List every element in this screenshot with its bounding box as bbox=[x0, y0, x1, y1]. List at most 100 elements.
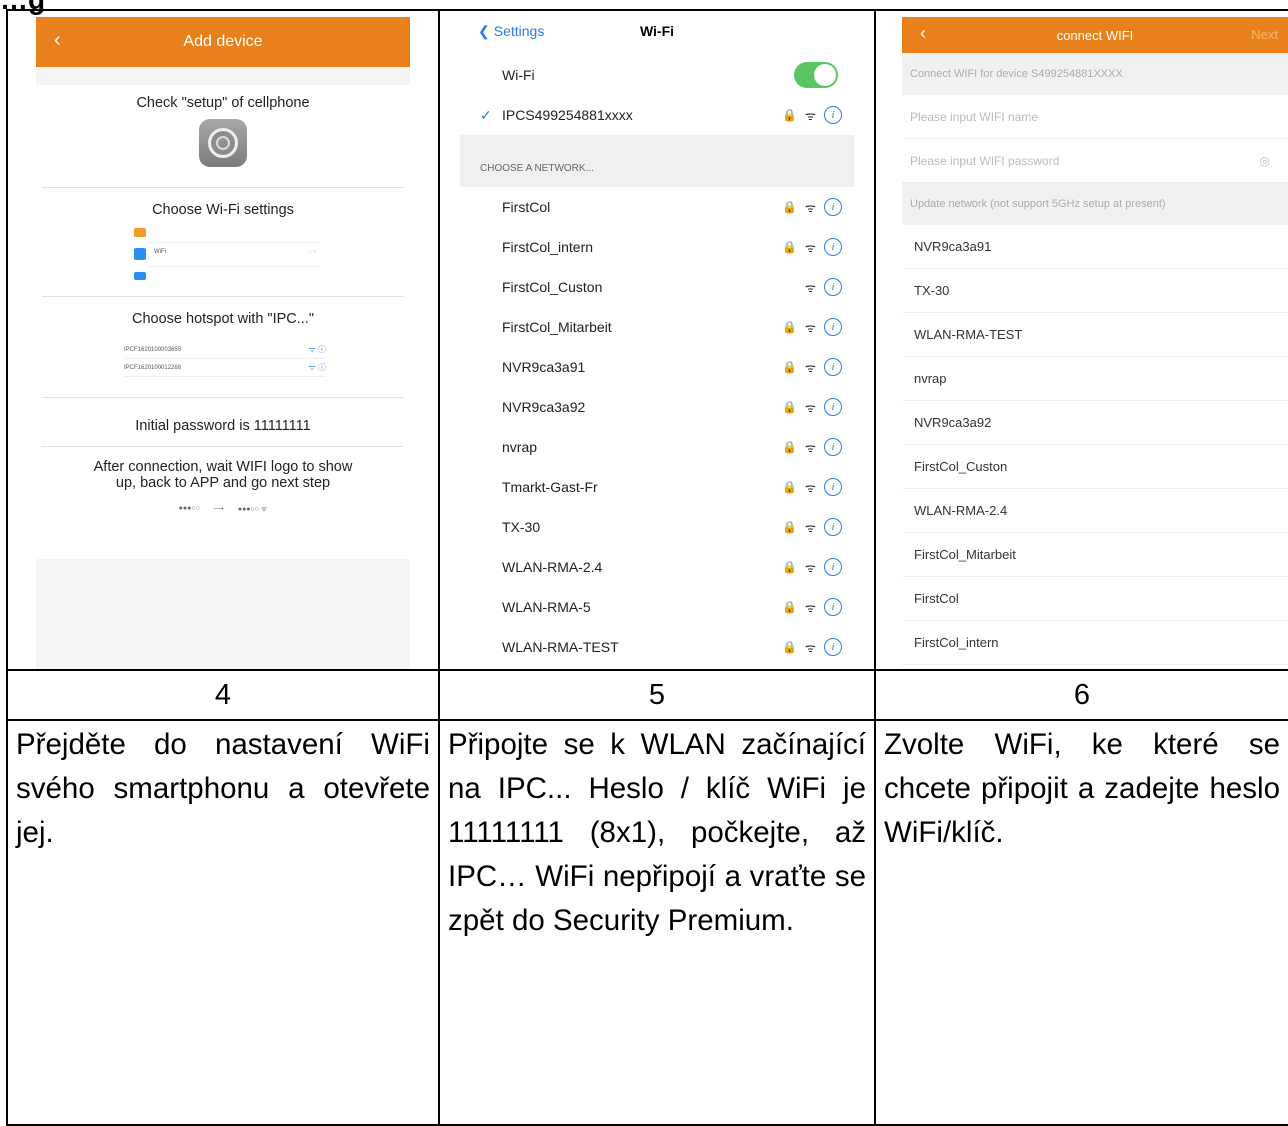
wifi-icon: ᯤ bbox=[805, 400, 816, 415]
add-device-screen: ‹ Add device Check "setup" of cellphone … bbox=[36, 17, 410, 669]
info-icon[interactable]: i bbox=[824, 106, 842, 124]
network-row[interactable]: TX-30 🔒 ᯤ i bbox=[460, 507, 854, 547]
lock-icon: 🔒 bbox=[782, 240, 798, 254]
info-icon[interactable]: i bbox=[824, 438, 842, 456]
lock-icon: 🔒 bbox=[782, 600, 798, 614]
device-info-line: Connect WIFI for device S499254881XXXX bbox=[902, 53, 1288, 95]
info-icon[interactable]: i bbox=[824, 398, 842, 416]
lock-icon: 🔒 bbox=[782, 400, 798, 414]
wifi-icon: ᯤ bbox=[805, 240, 816, 255]
wifi-icon: ᯤ bbox=[805, 360, 816, 375]
wifi-icon bbox=[134, 248, 146, 260]
wifi-icon: ᯤ bbox=[805, 320, 816, 335]
wifi-icon: ᯤ bbox=[805, 600, 816, 615]
network-row[interactable]: FirstCol_Mitarbeit 🔒 ᯤ i bbox=[460, 307, 854, 347]
info-icon[interactable]: i bbox=[824, 598, 842, 616]
info-icon[interactable]: i bbox=[824, 478, 842, 496]
wifi-icon: ᯤ bbox=[805, 200, 816, 215]
screenshot-cell-connect-wifi: ‹ connect WIFI Next Connect WIFI for dev… bbox=[874, 9, 1288, 671]
wifi-title: Wi-Fi bbox=[639, 23, 675, 39]
wifi-toggle-row: Wi-Fi bbox=[460, 55, 854, 95]
wifi-icon: ᯤ bbox=[805, 520, 816, 535]
lock-icon: 🔒 bbox=[782, 560, 798, 574]
wifi-icon: ᯤ bbox=[805, 280, 816, 295]
info-icon[interactable]: i bbox=[824, 518, 842, 536]
step-number: 6 bbox=[874, 669, 1288, 721]
wifi-icon: ᯤ bbox=[805, 640, 816, 655]
lock-icon: 🔒 bbox=[782, 480, 798, 494]
network-item[interactable]: WLAN-RMA-TEST bbox=[902, 313, 1288, 357]
wifi-name-input[interactable]: Please input WIFI name bbox=[902, 95, 1288, 139]
lock-icon: 🔒 bbox=[782, 320, 798, 334]
info-icon[interactable]: i bbox=[824, 358, 842, 376]
info-icon[interactable]: i bbox=[824, 198, 842, 216]
wifi-icon: ᯤ bbox=[805, 560, 816, 575]
add-device-title: Add device bbox=[183, 33, 263, 50]
network-item[interactable]: nvrap bbox=[902, 357, 1288, 401]
network-row[interactable]: NVR9ca3a91 🔒 ᯤ i bbox=[460, 347, 854, 387]
network-item[interactable]: FirstCol_Custon bbox=[902, 445, 1288, 489]
wifi-toggle[interactable] bbox=[794, 62, 838, 88]
network-list: NVR9ca3a91 TX-30 WLAN-RMA-TEST nvrap NVR… bbox=[902, 225, 1288, 665]
connect-wifi-navbar: ‹ connect WIFI Next bbox=[902, 17, 1288, 53]
network-item[interactable]: NVR9ca3a91 bbox=[902, 225, 1288, 269]
ios-wifi-screen: ❮ Settings Wi-Fi Wi-Fi ✓ IPCS499254881xxx… bbox=[460, 19, 854, 669]
lock-icon: 🔒 bbox=[782, 360, 798, 374]
wifi-settings-preview: WiFi ···› bbox=[134, 228, 320, 286]
next-button[interactable]: Next bbox=[1251, 27, 1278, 42]
info-icon[interactable]: i bbox=[824, 318, 842, 336]
connected-network-row[interactable]: ✓ IPCS499254881xxxx 🔒 ᯤ i bbox=[460, 95, 854, 135]
info-icon[interactable]: i bbox=[824, 238, 842, 256]
network-item[interactable]: NVR9ca3a92 bbox=[902, 401, 1288, 445]
step-after-connection: After connection, wait WIFI logo to show… bbox=[93, 459, 353, 491]
choose-network-header: CHOOSE A NETWORK... bbox=[460, 135, 854, 187]
network-list: FirstCol 🔒 ᯤ i FirstCol_intern 🔒 ᯤ i FirstCol_… bbox=[460, 187, 854, 667]
network-row[interactable]: FirstCol_Custon ᯤ i bbox=[460, 267, 854, 307]
network-item[interactable]: FirstCol_intern bbox=[902, 621, 1288, 665]
network-item[interactable]: FirstCol bbox=[902, 577, 1288, 621]
update-network-line[interactable]: Update network (not support 5GHz setup a… bbox=[902, 183, 1288, 225]
network-row[interactable]: nvrap 🔒 ᯤ i bbox=[460, 427, 854, 467]
connect-wifi-screen: ‹ connect WIFI Next Connect WIFI for dev… bbox=[902, 17, 1288, 669]
network-item[interactable]: FirstCol_Mitarbeit bbox=[902, 533, 1288, 577]
back-icon[interactable]: ‹ bbox=[920, 23, 926, 44]
network-row[interactable]: WLAN-RMA-TEST 🔒 ᯤ i bbox=[460, 627, 854, 667]
wifi-icon: ᯤ bbox=[805, 108, 816, 123]
back-icon[interactable]: ‹ bbox=[54, 29, 61, 52]
step-choose-wifi: Choose Wi-Fi settings bbox=[152, 202, 294, 218]
step-description: Připojte se k WLAN začínající na IPC... … bbox=[438, 719, 876, 1126]
step-check-setup: Check "setup" of cellphone bbox=[136, 95, 310, 111]
settings-gear-icon bbox=[199, 119, 247, 167]
network-row[interactable]: NVR9ca3a92 🔒 ᯤ i bbox=[460, 387, 854, 427]
wifi-icon: ᯤ bbox=[805, 440, 816, 455]
network-row[interactable]: FirstCol_intern 🔒 ᯤ i bbox=[460, 227, 854, 267]
wifi-password-input[interactable]: Please input WIFI password ◎ bbox=[902, 139, 1288, 183]
list-item: IPCF1620100003655 ᯤ ⓘ bbox=[124, 341, 326, 359]
step-initial-password: Initial password is 11111111 bbox=[135, 418, 311, 434]
hotspot-preview-list: IPCF1620100003655 ᯤ ⓘ IPCF1620100012268 ᯤ … bbox=[124, 341, 326, 377]
lock-icon: 🔒 bbox=[782, 440, 798, 454]
network-item[interactable]: WLAN-RMA-2.4 bbox=[902, 489, 1288, 533]
info-icon[interactable]: i bbox=[824, 558, 842, 576]
eye-icon[interactable]: ◎ bbox=[1260, 154, 1270, 168]
step-choose-hotspot: Choose hotspot with "IPC..." bbox=[132, 311, 314, 327]
instruction-table: ‹ Add device Check "setup" of cellphone … bbox=[6, 9, 1288, 1126]
network-row[interactable]: WLAN-RMA-2.4 🔒 ᯤ i bbox=[460, 547, 854, 587]
status-bar-preview: ●●●○○ ⟶ ●●●○○ ᯤ bbox=[178, 505, 268, 513]
network-row[interactable]: WLAN-RMA-5 🔒 ᯤ i bbox=[460, 587, 854, 627]
info-icon[interactable]: i bbox=[824, 638, 842, 656]
list-item: IPCF1620100012268 ᯤ ⓘ bbox=[124, 359, 326, 377]
lock-icon: 🔒 bbox=[782, 108, 798, 122]
screenshot-cell-wifi-settings: ❮ Settings Wi-Fi Wi-Fi ✓ IPCS499254881xxx… bbox=[438, 9, 876, 671]
wifi-icon: ᯤ bbox=[805, 480, 816, 495]
network-row[interactable]: Tmarkt-Gast-Fr 🔒 ᯤ i bbox=[460, 467, 854, 507]
connect-wifi-title: connect WIFI bbox=[1056, 27, 1134, 43]
step-description: Zvolte WiFi, ke které se chcete připojit… bbox=[874, 719, 1288, 1126]
network-item[interactable]: TX-30 bbox=[902, 269, 1288, 313]
checkmark-icon: ✓ bbox=[480, 106, 492, 123]
lock-icon: 🔒 bbox=[782, 640, 798, 654]
lock-icon: 🔒 bbox=[782, 200, 798, 214]
info-icon[interactable]: i bbox=[824, 278, 842, 296]
network-row[interactable]: FirstCol 🔒 ᯤ i bbox=[460, 187, 854, 227]
step-number: 4 bbox=[6, 669, 440, 721]
